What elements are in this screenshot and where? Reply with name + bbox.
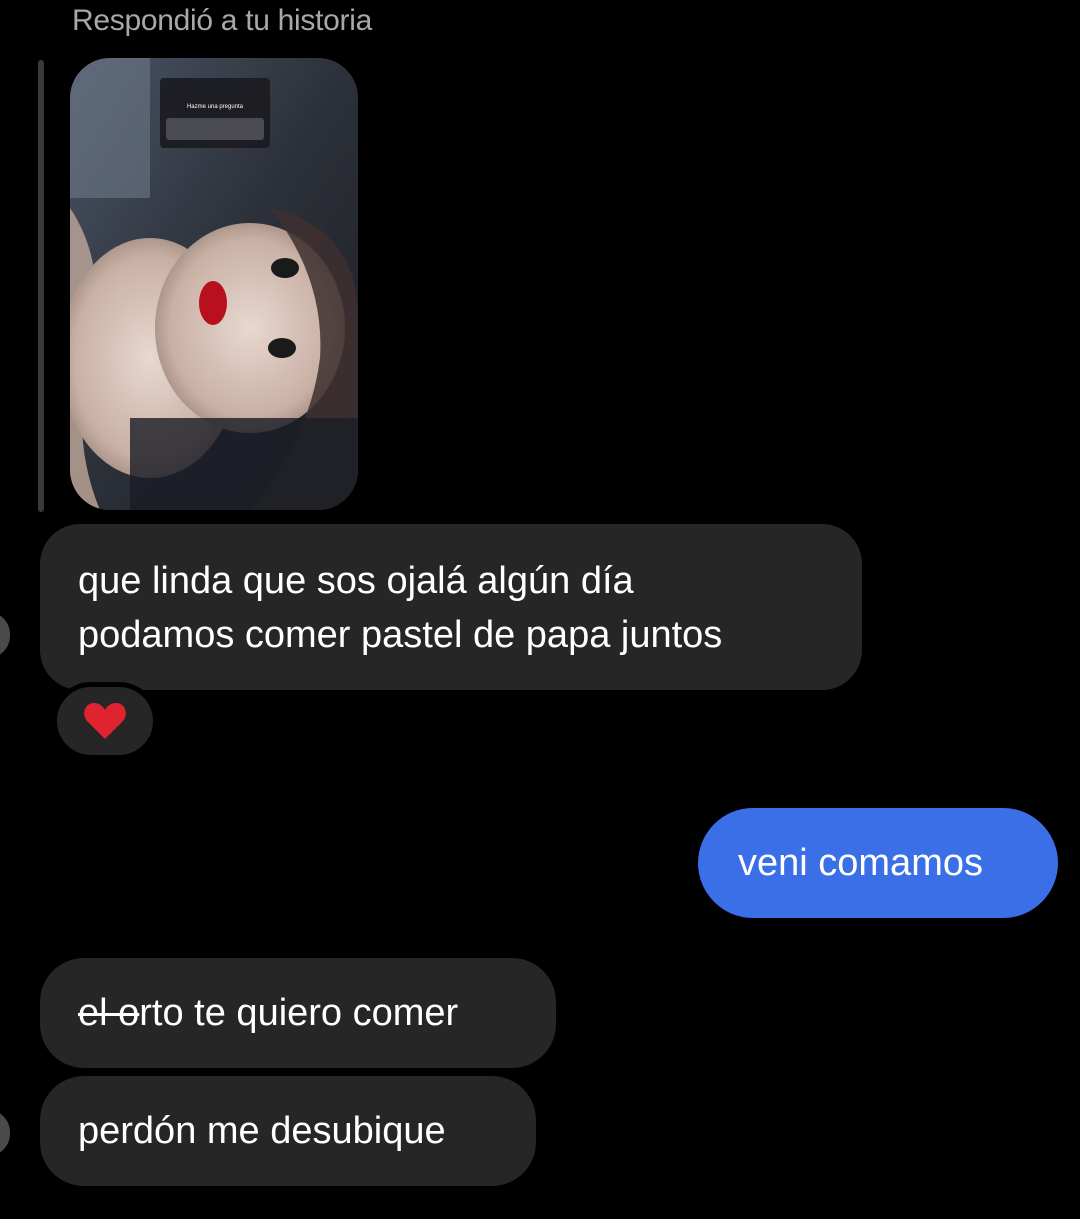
message-bubble-incoming[interactable]: perdón me desubique bbox=[40, 1076, 536, 1186]
message-bubble-incoming[interactable]: el orto te quiero comer bbox=[40, 958, 556, 1068]
sender-avatar-2[interactable] bbox=[0, 1110, 10, 1156]
message-text: veni comamos bbox=[738, 842, 983, 884]
sender-avatar-1[interactable] bbox=[0, 612, 10, 658]
struck-text: el o bbox=[78, 992, 140, 1034]
message-line: podamos comer pastel de papa juntos bbox=[78, 614, 723, 656]
message-line: que linda que sos ojalá algún día bbox=[78, 560, 634, 602]
heart-icon bbox=[84, 703, 126, 739]
heart-reaction[interactable] bbox=[52, 682, 158, 760]
story-thumbnail-image: Hazme una pregunta bbox=[70, 58, 358, 510]
story-thumbnail[interactable]: Hazme una pregunta bbox=[70, 58, 358, 510]
story-question-sticker: Hazme una pregunta bbox=[187, 104, 244, 110]
message-text: rto te quiero comer bbox=[139, 992, 459, 1034]
message-text: perdón me desubique bbox=[78, 1110, 446, 1152]
reply-quote-bar bbox=[38, 60, 44, 512]
reply-header-label: Respondió a tu historia bbox=[72, 4, 372, 37]
message-bubble-incoming[interactable]: que linda que sos ojalá algún día podamo… bbox=[40, 524, 862, 690]
message-bubble-outgoing[interactable]: veni comamos bbox=[698, 808, 1058, 918]
